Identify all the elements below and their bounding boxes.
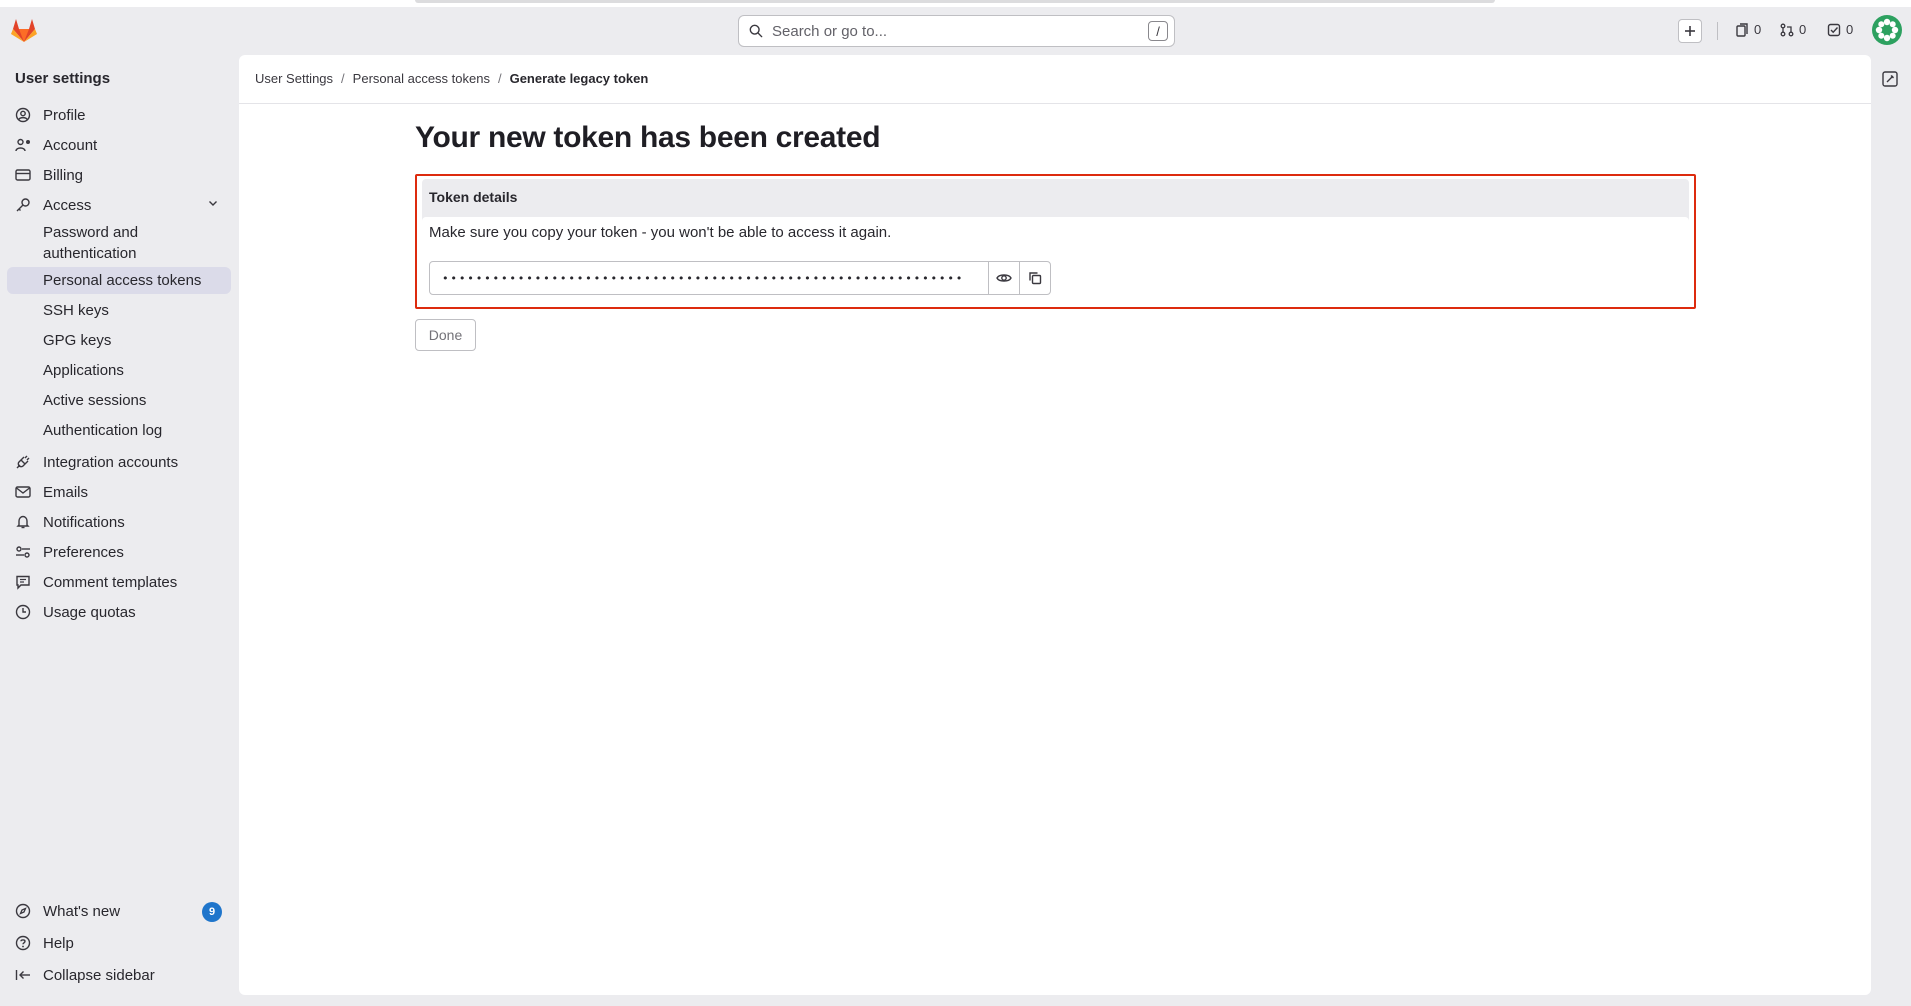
done-button[interactable]: Done — [415, 319, 476, 351]
token-details-card: Token details Make sure you copy your to… — [422, 179, 1689, 303]
sidebar-item-label: Profile — [43, 106, 86, 124]
user-avatar[interactable] — [1871, 14, 1903, 46]
breadcrumb-divider — [239, 103, 1871, 104]
breadcrumb-separator: / — [341, 71, 345, 86]
whats-new-badge: 9 — [202, 902, 222, 922]
sidebar-item-notifications[interactable]: Notifications — [7, 509, 231, 535]
toolbar-divider — [1717, 22, 1718, 40]
sidebar-item-integration-accounts[interactable]: Integration accounts — [7, 449, 231, 475]
merge-requests-counter[interactable]: 0 — [1780, 22, 1806, 37]
sidebar-item-label: Billing — [43, 166, 84, 184]
search-icon — [749, 24, 763, 38]
chevron-down-icon[interactable] — [207, 197, 219, 209]
token-details-panel: Token details Make sure you copy your to… — [415, 174, 1696, 309]
sidebar-item-label: Help — [43, 934, 74, 952]
sidebar-item-account[interactable]: Account — [7, 132, 231, 158]
token-details-body: Make sure you copy your token - you won'… — [422, 217, 1689, 303]
breadcrumb: User Settings / Personal access tokens /… — [255, 71, 648, 86]
sidebar-item-access[interactable]: Access — [7, 192, 231, 218]
sidebar-item-label: Account — [43, 136, 98, 154]
token-value-field[interactable]: ••••••••••••••••••••••••••••••••••••••••… — [429, 261, 989, 295]
issues-count: 0 — [1754, 22, 1762, 37]
subitem-label-line-1: Password and — [43, 224, 139, 241]
plug-icon — [16, 455, 30, 469]
quota-icon — [15, 604, 31, 620]
breadcrumb-current[interactable]: Generate legacy token — [510, 71, 649, 86]
copy-token-button[interactable] — [1019, 261, 1051, 295]
todo-check-icon — [1827, 23, 1841, 36]
breadcrumb-user-settings[interactable]: User Settings — [255, 71, 333, 86]
sidebar-item-preferences[interactable]: Preferences — [7, 539, 231, 565]
sidebar-subitem-ssh-keys[interactable]: SSH keys — [43, 300, 109, 321]
sidebar-item-label: Preferences — [43, 543, 124, 561]
token-warning-message: Make sure you copy your token - you won'… — [429, 224, 892, 241]
sidebar-item-usage-quotas[interactable]: Usage quotas — [7, 599, 231, 625]
sidebar-item-whats-new[interactable]: What's new — [7, 898, 231, 924]
sidebar-subitem-password-authentication[interactable]: Password and authentication — [43, 222, 138, 264]
sidebar: User settings Profile Account Billing Ac… — [0, 62, 238, 1006]
sidebar-item-profile[interactable]: Profile — [7, 102, 231, 128]
comment-icon — [16, 575, 30, 590]
sidebar-item-label: Comment templates — [43, 573, 178, 591]
sidebar-item-comment-templates[interactable]: Comment templates — [7, 569, 231, 595]
compass-icon — [15, 903, 31, 919]
breadcrumb-separator: / — [497, 71, 502, 86]
gitlab-logo-icon[interactable] — [10, 17, 38, 43]
edit-page-icon — [1882, 71, 1898, 87]
envelope-icon — [15, 486, 31, 498]
todos-counter[interactable]: 0 — [1827, 22, 1853, 37]
account-icon — [15, 138, 30, 152]
sidebar-subitem-authentication-log[interactable]: Authentication log — [43, 420, 162, 441]
search-bar[interactable]: Search or go to... / — [738, 15, 1175, 47]
merge-requests-count: 0 — [1799, 22, 1807, 37]
sidebar-item-label: Emails — [43, 483, 89, 501]
help-icon — [15, 935, 31, 951]
issues-counter[interactable]: 0 — [1735, 22, 1761, 37]
sidebar-item-billing[interactable]: Billing — [7, 162, 231, 188]
issues-icon — [1736, 22, 1748, 37]
reveal-token-button[interactable] — [988, 261, 1020, 295]
todos-count: 0 — [1846, 22, 1854, 37]
token-details-heading: Token details — [429, 189, 518, 205]
sidebar-item-label: What's new — [43, 902, 121, 920]
preferences-icon — [16, 546, 30, 558]
search-placeholder: Search or go to... — [772, 22, 888, 40]
sidebar-title: User settings — [15, 70, 111, 87]
breadcrumb-personal-access-tokens[interactable]: Personal access tokens — [353, 71, 490, 86]
top-bar: Search or go to... / 0 0 0 — [0, 0, 1911, 62]
credit-card-icon — [15, 169, 31, 181]
copy-icon — [1029, 272, 1042, 285]
search-shortcut-key: / — [1148, 21, 1168, 41]
page-title: Your new token has been created — [415, 121, 881, 154]
collapse-sidebar-button[interactable]: Collapse sidebar — [7, 962, 231, 988]
sidebar-subitem-personal-access-tokens[interactable]: Personal access tokens — [43, 270, 201, 291]
sidebar-item-help[interactable]: Help — [7, 930, 231, 956]
main-content: User Settings / Personal access tokens /… — [239, 55, 1871, 995]
sidebar-item-label: Access — [43, 196, 92, 214]
subitem-label-line-2: authentication — [43, 245, 137, 262]
sidebar-subitem-gpg-keys[interactable]: GPG keys — [43, 330, 111, 351]
sidebar-item-label: Usage quotas — [43, 603, 136, 621]
sidebar-item-label: Collapse sidebar — [43, 966, 155, 984]
profile-icon — [15, 107, 31, 123]
create-new-button[interactable] — [1678, 19, 1702, 43]
sidebar-item-label: Notifications — [43, 513, 125, 531]
key-icon — [16, 198, 30, 212]
sidebar-subitem-active-sessions[interactable]: Active sessions — [43, 390, 146, 411]
merge-request-icon — [1780, 23, 1794, 36]
page-tool-button[interactable] — [1879, 68, 1901, 90]
bell-icon — [16, 515, 30, 529]
sidebar-item-label: Integration accounts — [43, 453, 179, 471]
top-strip — [0, 0, 1911, 7]
eye-icon — [996, 274, 1012, 282]
sidebar-item-emails[interactable]: Emails — [7, 479, 231, 505]
sidebar-subitem-applications[interactable]: Applications — [43, 360, 124, 381]
plus-icon — [1685, 26, 1695, 36]
collapse-left-icon — [15, 970, 30, 980]
